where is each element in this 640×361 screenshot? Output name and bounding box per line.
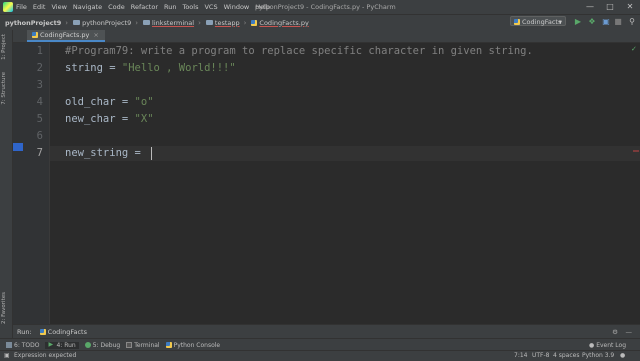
lock-icon[interactable]: ● (620, 352, 625, 359)
terminal-icon (126, 342, 133, 348)
status-message: Expression expected (14, 352, 77, 359)
run-icon: ▶ (48, 341, 54, 348)
caret-position[interactable]: 7:14 (514, 352, 527, 359)
python-file-icon (39, 329, 46, 335)
text-caret (151, 147, 152, 160)
menu-run[interactable]: Run (164, 3, 176, 11)
line-number: 5 (36, 113, 43, 125)
code-editor[interactable]: #Program79: write a program to replace s… (50, 43, 640, 338)
breadcrumb-folder[interactable]: linksterminal (143, 19, 194, 27)
tool-tab-python-console[interactable]: Python Console (165, 342, 220, 349)
tool-tab-run[interactable]: ▶ 4: Run (45, 341, 79, 349)
minimize-panel-icon[interactable]: — (626, 328, 633, 336)
gear-icon[interactable]: ⚙ (612, 328, 618, 336)
left-tool-strip: 1: Project 7: Structure 2: Favorites (0, 30, 13, 338)
minimize-icon[interactable]: — (580, 0, 600, 14)
window-title: pythonProject9 - CodingFacts.py - PyChar… (255, 3, 396, 11)
line-number: 3 (36, 79, 43, 91)
line-number-gutter: 1 2 3 4 5 6 7 (13, 43, 50, 338)
breadcrumb-folder[interactable]: testapp (205, 19, 240, 27)
menu-window[interactable]: Window (224, 3, 250, 11)
breadcrumb-project[interactable]: pythonProject9 (5, 19, 61, 27)
code-line: new_char = "X" (65, 113, 154, 125)
code-line-current: new_string = (65, 147, 148, 159)
maximize-icon[interactable]: □ (600, 0, 620, 14)
python-console-icon (165, 342, 172, 348)
line-number: 1 (36, 45, 43, 57)
event-log-button[interactable]: ● Event Log (589, 342, 626, 349)
close-icon[interactable]: ✕ (620, 0, 640, 14)
favorites-tool-tab[interactable]: 2: Favorites (1, 292, 7, 324)
debug-icon (84, 342, 91, 348)
folder-icon (205, 20, 213, 25)
menu-refactor[interactable]: Refactor (131, 3, 158, 11)
run-tool-window-header: Run: CodingFacts ⚙ — (13, 324, 640, 339)
tool-tab-todo[interactable]: 6: TODO (6, 342, 39, 349)
folder-icon (73, 20, 81, 25)
indent-setting[interactable]: 4 spaces (553, 352, 579, 359)
code-line: old_char = "o" (65, 96, 154, 108)
error-stripe-marker[interactable] (633, 150, 639, 152)
code-line: string = "Hello , World!!!" (65, 62, 236, 74)
menu-tools[interactable]: Tools (182, 3, 198, 11)
line-number: 4 (36, 96, 43, 108)
coverage-icon[interactable]: ▣ (600, 16, 612, 27)
todo-icon (6, 342, 12, 348)
line-number: 2 (36, 62, 43, 74)
editor-tab-bar: CodingFacts.py × (13, 30, 640, 43)
stop-icon[interactable]: ■ (612, 16, 624, 27)
run-icon[interactable]: ▶ (572, 16, 584, 27)
chevron-right-icon: › (198, 18, 201, 27)
status-bar: ▣ Expression expected 7:14 UTF-8 4 space… (0, 350, 640, 361)
line-number: 6 (36, 130, 43, 142)
menu-edit[interactable]: Edit (33, 3, 46, 11)
run-config-tab[interactable]: CodingFacts (39, 328, 87, 336)
chevron-right-icon: › (135, 18, 139, 27)
file-encoding[interactable]: UTF-8 (532, 352, 550, 359)
code-line: #Program79: write a program to replace s… (65, 45, 533, 57)
python-file-icon (514, 19, 520, 25)
tool-tab-debug[interactable]: 5: Debug (84, 342, 120, 349)
inspection-status-icon[interactable]: ✓ (631, 45, 637, 53)
menu-view[interactable]: View (51, 3, 66, 11)
debug-icon[interactable]: ❖ (586, 16, 598, 27)
pycharm-logo-icon (3, 2, 13, 12)
python-file-icon (32, 32, 38, 38)
project-tool-tab[interactable]: 1: Project (1, 34, 7, 60)
tool-tab-terminal[interactable]: Terminal (126, 342, 160, 349)
chevron-right-icon: › (243, 18, 247, 27)
chevron-right-icon: › (65, 18, 69, 27)
run-configuration-select[interactable]: CodingFacts ▾ (510, 16, 566, 26)
menu-vcs[interactable]: VCS (204, 3, 217, 11)
chevron-down-icon: ▾ (558, 18, 562, 26)
menu-file[interactable]: File (16, 3, 27, 11)
python-interpreter[interactable]: Python 3.9 (582, 352, 614, 359)
tab-codingfacts[interactable]: CodingFacts.py × (27, 30, 105, 42)
structure-tool-tab[interactable]: 7: Structure (1, 72, 7, 105)
bookmark-marker (13, 143, 23, 151)
close-tab-icon[interactable]: × (93, 31, 98, 39)
breadcrumb-file[interactable]: CodingFacts.py (251, 19, 309, 27)
status-icon: ▣ (4, 352, 10, 359)
run-label: Run: (17, 328, 32, 336)
breadcrumb-folder[interactable]: pythonProject9 (73, 19, 131, 27)
menu-code[interactable]: Code (108, 3, 125, 11)
folder-icon (143, 20, 151, 25)
search-icon[interactable]: ⚲ (626, 16, 638, 27)
menu-navigate[interactable]: Navigate (73, 3, 102, 11)
python-file-icon (251, 19, 258, 26)
